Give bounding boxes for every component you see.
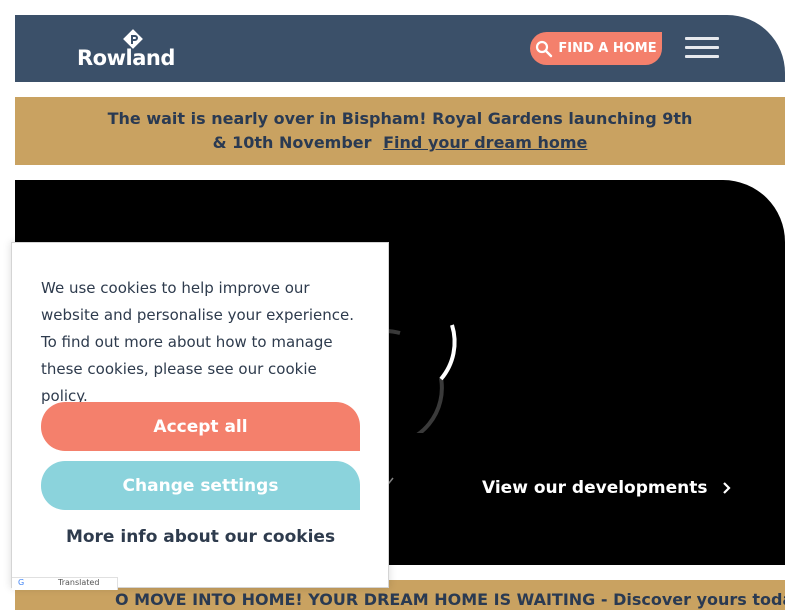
view-developments-label: View our developments [482,478,708,498]
find-dream-home-link[interactable]: Find your dream home [383,133,587,152]
announcement-banner: The wait is nearly over in Bispham! Roya… [15,97,785,165]
google-icon: G [18,578,25,587]
site-header: Rowland FIND A HOME [15,15,785,82]
translate-badge-text: Translated [58,578,100,587]
view-developments-link[interactable]: View our developments [482,478,732,498]
cookie-consent-dialog: We use cookies to help improve our websi… [11,242,389,590]
cookie-message: We use cookies to help improve our websi… [41,279,355,405]
find-a-home-button[interactable]: FIND A HOME [530,32,662,65]
find-a-home-label: FIND A HOME [558,41,657,56]
accept-all-button[interactable]: Accept all [41,402,360,451]
hamburger-menu-icon[interactable] [685,37,719,61]
translate-badge: G Translated [12,577,118,590]
search-icon [536,40,553,57]
logo-text: Rowland [77,46,175,70]
chevron-right-icon [722,482,731,494]
more-info-cookies-link[interactable]: More info about our cookies [41,527,360,547]
change-settings-button[interactable]: Change settings [41,461,360,510]
logo[interactable]: Rowland [77,28,175,72]
